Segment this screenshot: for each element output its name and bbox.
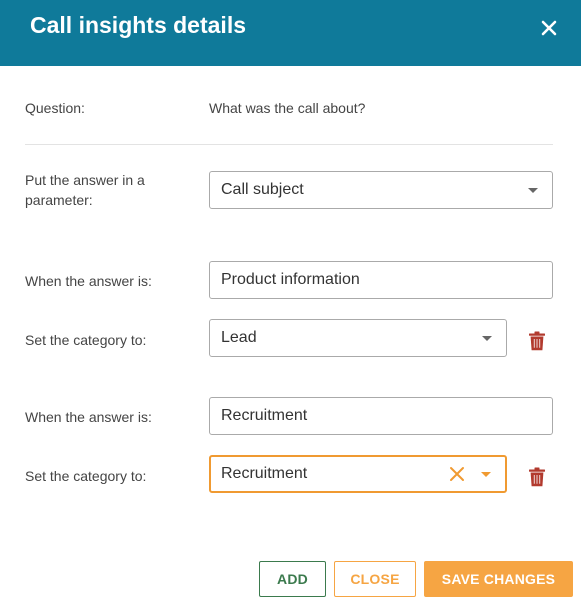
answer-label: When the answer is: xyxy=(25,409,152,425)
answer-label: When the answer is: xyxy=(25,273,152,289)
answer-input[interactable]: Recruitment xyxy=(209,397,553,435)
close-icon[interactable] xyxy=(537,16,561,40)
chevron-down-icon[interactable] xyxy=(481,472,491,477)
dialog-header: Call insights details xyxy=(0,0,581,66)
clear-icon[interactable] xyxy=(449,466,465,482)
close-button[interactable]: CLOSE xyxy=(334,561,416,597)
parameter-label: Put the answer in a parameter: xyxy=(25,170,145,210)
divider xyxy=(25,144,553,145)
category-select-value: Recruitment xyxy=(221,465,308,482)
category-select-value: Lead xyxy=(221,329,257,346)
category-label: Set the category to: xyxy=(25,332,147,348)
save-changes-button[interactable]: SAVE CHANGES xyxy=(424,561,573,597)
parameter-label-line2: parameter: xyxy=(25,192,93,208)
parameter-select[interactable]: Call subject xyxy=(209,171,553,209)
question-label: Question: xyxy=(25,100,85,116)
chevron-down-icon[interactable] xyxy=(482,336,492,341)
answer-input-value: Product information xyxy=(221,271,360,288)
parameter-select-value: Call subject xyxy=(221,181,304,198)
dialog-title: Call insights details xyxy=(30,12,246,38)
category-select[interactable]: Lead xyxy=(209,319,507,357)
add-button[interactable]: ADD xyxy=(259,561,326,597)
chevron-down-icon[interactable] xyxy=(528,188,538,193)
category-select[interactable]: Recruitment xyxy=(209,455,507,493)
answer-input-value: Recruitment xyxy=(221,407,308,424)
trash-icon[interactable] xyxy=(528,331,546,351)
answer-input[interactable]: Product information xyxy=(209,261,553,299)
category-label: Set the category to: xyxy=(25,468,147,484)
parameter-label-line1: Put the answer in a xyxy=(25,172,145,188)
trash-icon[interactable] xyxy=(528,467,546,487)
question-value: What was the call about? xyxy=(209,100,366,116)
